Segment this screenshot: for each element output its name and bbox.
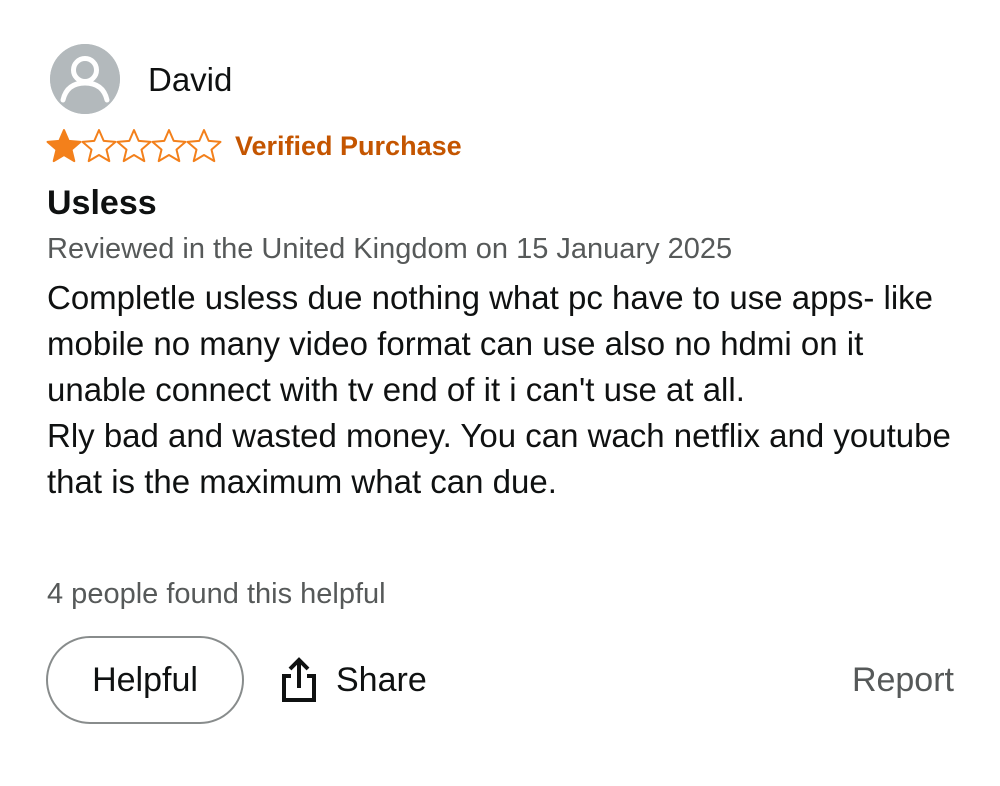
report-link[interactable]: Report bbox=[852, 660, 954, 701]
review-title: Usless bbox=[47, 184, 157, 222]
star-rating[interactable] bbox=[46, 128, 222, 164]
review-actions: Helpful Share Report bbox=[46, 636, 954, 726]
user-avatar-icon bbox=[50, 44, 120, 114]
helpful-button[interactable]: Helpful bbox=[46, 636, 244, 724]
reviewer-profile[interactable]: David bbox=[50, 44, 232, 114]
star-empty-icon bbox=[116, 129, 152, 163]
star-filled-icon bbox=[46, 129, 82, 163]
review-card: David Verified Purchase Usless Reviewed … bbox=[0, 0, 1000, 786]
review-body-paragraph: Completle usless due nothing what pc hav… bbox=[47, 279, 934, 408]
rating-row: Verified Purchase bbox=[46, 128, 462, 164]
helpful-count: 4 people found this helpful bbox=[47, 578, 386, 610]
share-label: Share bbox=[336, 660, 427, 699]
review-body-paragraph: Rly bad and wasted money. You can wach n… bbox=[47, 417, 951, 500]
share-button[interactable]: Share bbox=[278, 654, 427, 706]
share-icon bbox=[282, 657, 316, 702]
star-empty-icon bbox=[151, 129, 187, 163]
star-empty-icon bbox=[81, 129, 117, 163]
review-meta: Reviewed in the United Kingdom on 15 Jan… bbox=[47, 233, 733, 265]
star-empty-icon bbox=[186, 129, 222, 163]
verified-purchase-badge: Verified Purchase bbox=[235, 130, 462, 161]
review-body: Completle usless due nothing what pc hav… bbox=[47, 275, 967, 505]
reviewer-name[interactable]: David bbox=[148, 63, 232, 96]
